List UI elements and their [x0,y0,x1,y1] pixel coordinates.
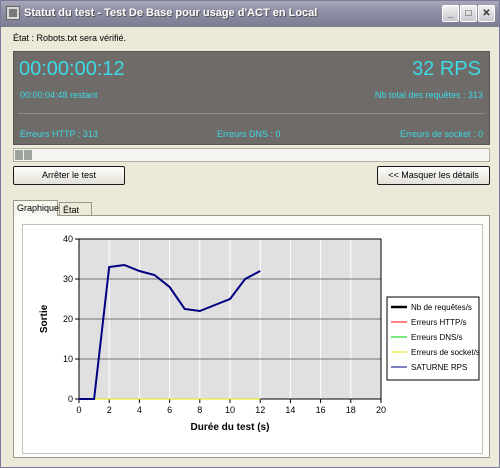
y-tick-label: 20 [63,314,73,324]
stop-test-button[interactable]: Arrêter le test [13,166,125,185]
legend-label: Erreurs DNS/s [411,333,463,342]
status-text: État : Robots.txt sera vérifié. [13,33,127,43]
x-tick-label: 10 [225,405,235,415]
window-title: Statut du test - Test De Base pour usage… [24,7,318,19]
legend-label: Nb de requêtes/s [411,303,472,312]
x-tick-label: 2 [107,405,112,415]
x-tick-label: 16 [316,405,326,415]
dns-errors: Erreurs DNS : 0 [217,129,281,139]
total-requests: Nb total des requêtes : 313 [374,90,483,100]
x-tick-label: 20 [376,405,386,415]
http-errors: Erreurs HTTP : 313 [20,129,98,139]
legend-label: SATURNE RPS [411,363,467,372]
maximize-button[interactable]: □ [460,5,477,22]
x-tick-label: 18 [346,405,356,415]
hide-details-button[interactable]: << Masquer les détails [377,166,490,185]
elapsed-time: 00:00:00:12 [19,58,125,80]
chart-container: 0 2 4 6 8 10 12 14 16 18 20 0 10 20 30 40 Durée du test … [22,224,483,454]
rps-value: 32 RPS [412,58,481,80]
minimize-button[interactable]: _ [442,5,459,22]
graph-tab-panel: 0 2 4 6 8 10 12 14 16 18 20 0 10 20 30 40 Durée du test … [13,215,490,458]
tab-graph[interactable]: Graphique [13,200,59,216]
progress-fill [15,150,33,160]
x-tick-label: 4 [137,405,142,415]
stats-panel: 00:00:00:12 32 RPS 00:00:04:48 restant N… [13,51,490,145]
legend-label: Erreurs HTTP/s [411,318,467,327]
tab-state[interactable]: État [59,202,92,216]
y-axis-label: Sortie [39,304,50,333]
socket-errors: Erreurs de socket : 0 [399,129,483,139]
x-tick-label: 0 [76,405,81,415]
progress-bar [13,148,490,162]
x-axis-label: Durée du test (s) [191,422,270,433]
y-tick-label: 40 [63,234,73,244]
x-tick-label: 6 [167,405,172,415]
progress-segment [15,150,23,160]
panel-divider [18,113,485,114]
x-tick-label: 14 [285,405,295,415]
y-tick-label: 10 [63,354,73,364]
throughput-chart: 0 2 4 6 8 10 12 14 16 18 20 0 10 20 30 40 Durée du test … [39,234,480,433]
x-tick-label: 12 [255,405,265,415]
x-tick-label: 8 [197,405,202,415]
remaining-time: 00:00:04:48 restant [20,90,98,100]
title-bar[interactable]: Statut du test - Test De Base pour usage… [1,1,499,27]
y-tick-label: 30 [63,274,73,284]
y-tick-label: 0 [68,394,73,404]
close-button[interactable]: ✕ [478,5,495,22]
legend-label: Erreurs de socket/s [411,348,480,357]
app-icon [6,6,20,20]
test-status-window: Statut du test - Test De Base pour usage… [0,0,500,468]
progress-segment [24,150,32,160]
